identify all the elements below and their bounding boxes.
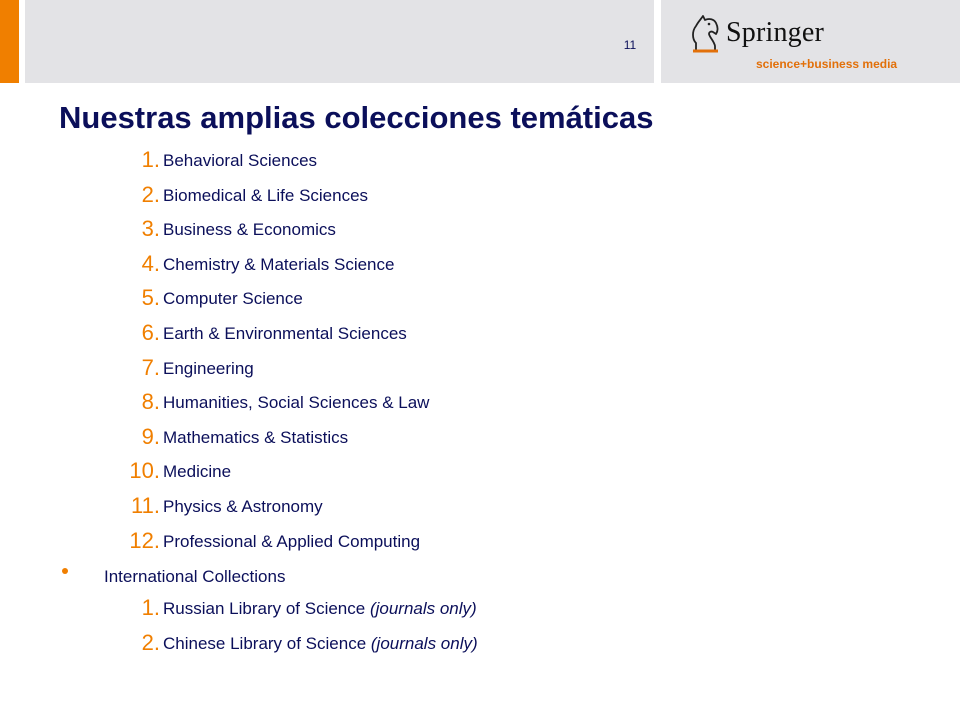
list-item-label: Medicine bbox=[163, 462, 231, 482]
list-item-text: Humanities, Social Sciences & Law bbox=[163, 393, 430, 413]
international-collections-label: International Collections bbox=[104, 567, 286, 586]
list-item-number: 8. bbox=[141, 389, 160, 415]
list-item-number: 12. bbox=[129, 527, 160, 553]
list-item-number: 1. bbox=[141, 595, 160, 620]
bullet-dot-icon bbox=[62, 568, 68, 574]
list-item-label: Earth & Environmental Sciences bbox=[163, 324, 407, 344]
list-item-label: Computer Science bbox=[163, 289, 303, 309]
list-item-text: Professional & Applied Computing bbox=[163, 531, 421, 551]
list-item-number: 3. bbox=[141, 216, 160, 242]
list-item-text: Physics & Astronomy bbox=[163, 497, 323, 516]
list-item-number: 2. bbox=[141, 181, 160, 207]
list-item-label: Professional & Applied Computing bbox=[163, 532, 420, 552]
list-item-note: (journals only) bbox=[370, 634, 478, 653]
list-item-number: 7. bbox=[141, 354, 160, 380]
list-item-label: Russian Library of Science (journals onl… bbox=[163, 599, 477, 619]
list-item-number: 6. bbox=[141, 320, 160, 345]
list-item-text: Chemistry & Materials Science bbox=[163, 254, 395, 274]
list-item-number: 10. bbox=[129, 458, 160, 484]
list-item-text: Medicine bbox=[163, 462, 232, 482]
list-item-number: 4. bbox=[141, 250, 160, 276]
list-item-number: 5. bbox=[141, 285, 160, 311]
page-number: 11 bbox=[623, 38, 637, 52]
list-item-text: Computer Science bbox=[163, 289, 303, 309]
list-item-text: Russian Library of Science bbox=[163, 599, 370, 618]
list-item-text: Behavioral Sciences bbox=[163, 151, 318, 170]
header-accent-bar bbox=[0, 0, 19, 83]
page-title: Nuestras amplias colecciones temáticas bbox=[59, 100, 654, 135]
list-item-number: 11. bbox=[131, 493, 160, 518]
list-item-label: Chinese Library of Science (journals onl… bbox=[163, 634, 478, 654]
list-item-label: Humanities, Social Sciences & Law bbox=[163, 393, 429, 413]
logo-tagline: science+business media bbox=[756, 57, 898, 71]
list-item-number: 1. bbox=[141, 147, 160, 172]
list-item-label: Business & Economics bbox=[163, 220, 336, 240]
logo-wordmark: Springer bbox=[726, 17, 825, 48]
list-item-label: Biomedical & Life Sciences bbox=[163, 186, 368, 206]
list-item-text: Earth & Environmental Sciences bbox=[163, 324, 407, 343]
list-item-text: Biomedical & Life Sciences bbox=[163, 185, 369, 205]
list-item-label: Physics & Astronomy bbox=[163, 497, 323, 517]
springer-logo: Springer science+business media bbox=[688, 13, 908, 73]
list-item-label: Chemistry & Materials Science bbox=[163, 255, 394, 275]
list-item-number: 9. bbox=[141, 423, 160, 449]
list-item-label: Mathematics & Statistics bbox=[163, 428, 348, 448]
list-item-number: 2. bbox=[141, 630, 160, 655]
header-band bbox=[25, 0, 654, 83]
list-item-text: Mathematics & Statistics bbox=[163, 427, 349, 447]
list-item-text: Business & Economics bbox=[163, 220, 336, 240]
list-item-label: Behavioral Sciences bbox=[163, 151, 317, 171]
list-item-note: (journals only) bbox=[369, 599, 477, 618]
list-item-text: Engineering bbox=[163, 358, 254, 378]
list-item-label: Engineering bbox=[163, 359, 254, 379]
list-item-text: Chinese Library of Science bbox=[163, 634, 371, 653]
knight-horse-icon bbox=[692, 15, 719, 53]
